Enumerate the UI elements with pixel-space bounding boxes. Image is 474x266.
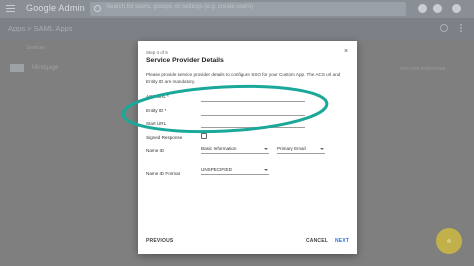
highlight-annotation <box>121 84 329 134</box>
highlight-ellipse <box>121 84 329 134</box>
